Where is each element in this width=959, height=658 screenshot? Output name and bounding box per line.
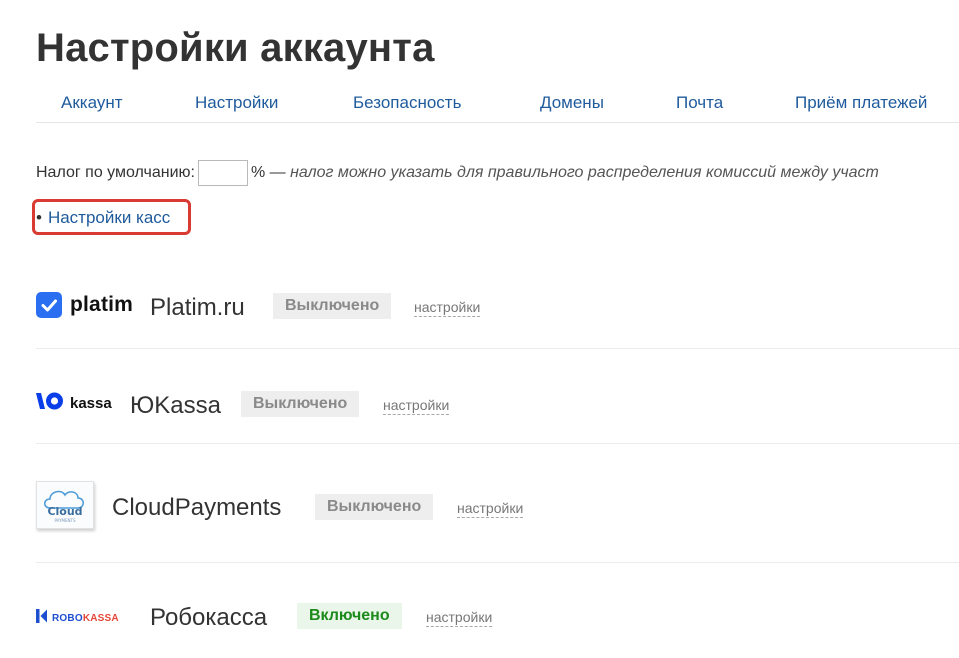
status-badge: Выключено bbox=[315, 494, 434, 520]
provider-settings-link[interactable]: настройки bbox=[426, 609, 493, 627]
robokassa-k-icon bbox=[36, 609, 48, 628]
provider-name: CloudPayments bbox=[112, 494, 282, 521]
status-badge: Выключено bbox=[273, 293, 392, 319]
cloud-logo-subtext: PAYMENTS bbox=[55, 518, 76, 523]
provider-settings-link[interactable]: настройки bbox=[414, 299, 481, 317]
provider-name: Робокасса bbox=[150, 604, 268, 631]
platim-check-icon bbox=[36, 292, 62, 318]
status-badge: Выключено bbox=[241, 391, 360, 417]
tab-mail[interactable]: Почта bbox=[676, 93, 723, 113]
default-tax-label: Налог по умолчанию: bbox=[36, 164, 195, 181]
bullet: • bbox=[36, 208, 42, 227]
tab-domains[interactable]: Домены bbox=[540, 93, 604, 113]
yookassa-logo-icon bbox=[36, 392, 64, 415]
kassa-settings-label: Настройки касс bbox=[47, 208, 171, 227]
provider-settings-link[interactable]: настройки bbox=[457, 500, 524, 518]
provider-row-yookassa: kassa ЮKassa Выключено настройки bbox=[36, 348, 959, 444]
kassa-settings-link[interactable]: • Настройки касс bbox=[36, 208, 170, 228]
yookassa-logo: kassa bbox=[36, 392, 112, 415]
provider-row-platim: platim Platim.ru Выключено настройки bbox=[36, 270, 959, 349]
account-settings-page: Настройки аккаунта Аккаунт Настройки Без… bbox=[0, 0, 959, 658]
yookassa-logo-text: kassa bbox=[70, 395, 112, 412]
robokassa-logo-text-right: KASSA bbox=[82, 613, 119, 624]
provider-name: Platim.ru bbox=[150, 294, 245, 321]
tab-settings[interactable]: Настройки bbox=[195, 93, 278, 113]
default-tax-row: Налог по умолчанию: % — налог можно указа… bbox=[36, 160, 879, 190]
tax-hint: налог можно указать для правильного расп… bbox=[290, 164, 879, 181]
robokassa-logo-text-left: ROBO bbox=[52, 613, 83, 624]
platim-logo: platim bbox=[36, 292, 133, 318]
provider-settings-link[interactable]: настройки bbox=[383, 397, 450, 415]
default-tax-input[interactable] bbox=[197, 160, 248, 186]
provider-row-robokassa: ROBOKASSA Робокасса Включено настройки bbox=[36, 562, 959, 658]
robokassa-logo-text: ROBOKASSA bbox=[52, 613, 119, 624]
cloudpayments-logo: Cloud PAYMENTS bbox=[36, 481, 94, 529]
settings-tabs: Аккаунт Настройки Безопасность Домены По… bbox=[36, 90, 959, 123]
robokassa-logo: ROBOKASSA bbox=[36, 609, 119, 628]
tax-unit: % — bbox=[250, 164, 286, 181]
platim-logo-text: platim bbox=[70, 293, 134, 316]
provider-row-cloudpayments: Cloud PAYMENTS CloudPayments Выключено н… bbox=[36, 443, 959, 563]
cloud-logo-text: Cloud bbox=[47, 505, 82, 518]
status-badge: Включено bbox=[297, 603, 402, 629]
cloud-icon: Cloud PAYMENTS bbox=[44, 490, 84, 523]
provider-name: ЮKassa bbox=[130, 392, 221, 419]
page-title: Настройки аккаунта bbox=[36, 26, 435, 70]
tab-account[interactable]: Аккаунт bbox=[61, 93, 123, 113]
tab-security[interactable]: Безопасность bbox=[353, 93, 461, 113]
tab-payments[interactable]: Приём платежей bbox=[795, 93, 927, 113]
